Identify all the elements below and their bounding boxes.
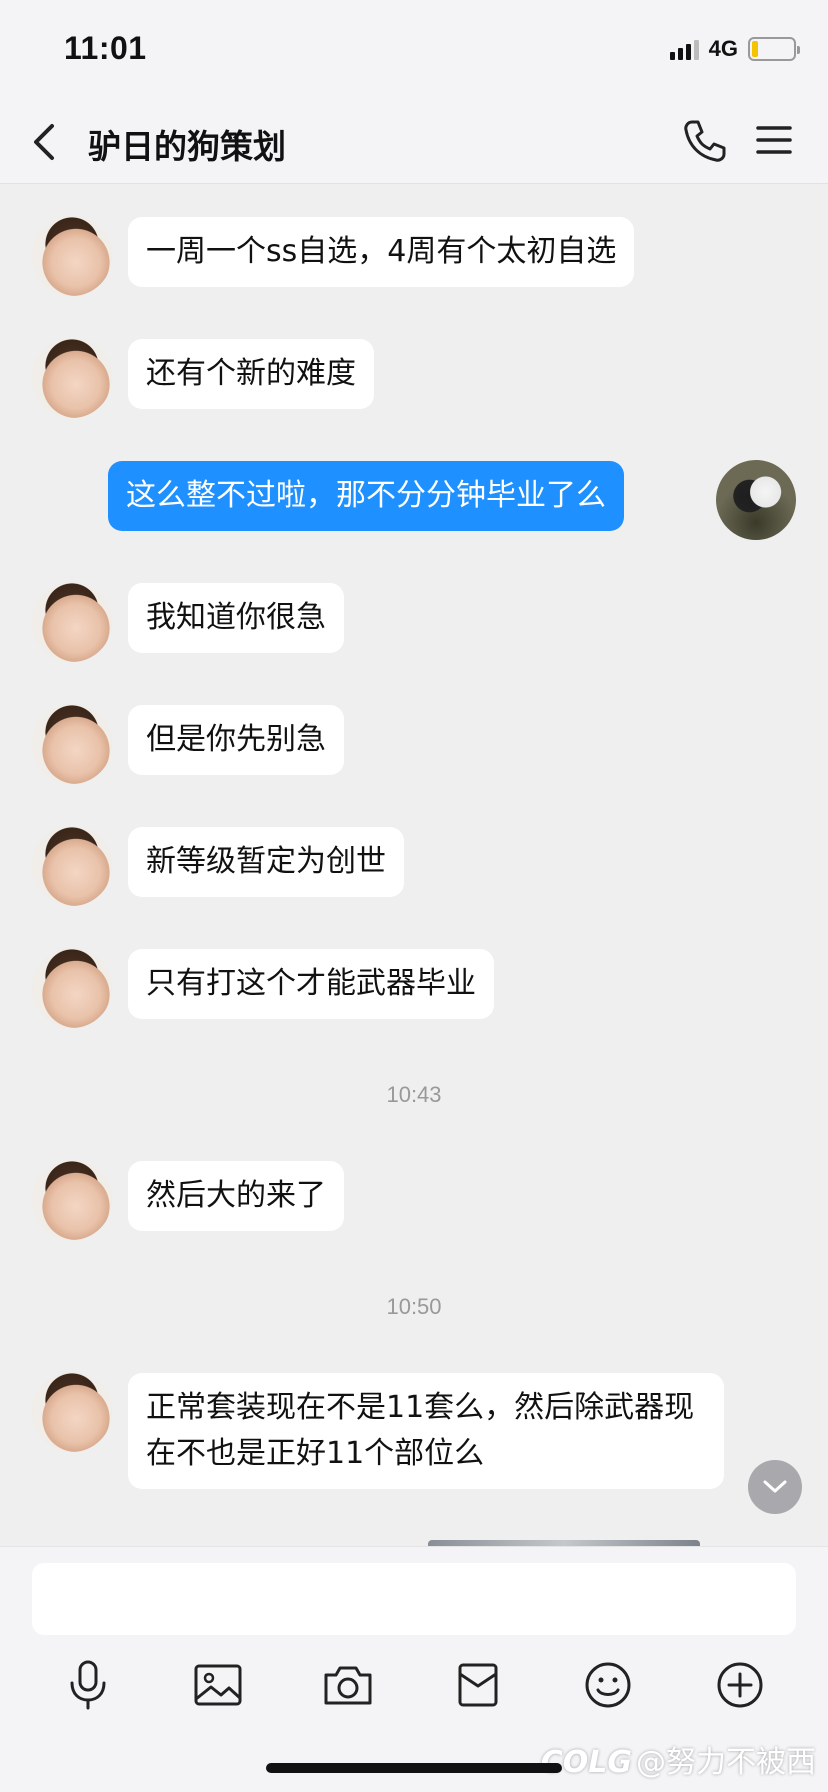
red-packet-button[interactable] — [450, 1657, 506, 1713]
contact-avatar[interactable] — [32, 826, 112, 906]
phone-icon — [684, 120, 726, 162]
emoji-icon — [585, 1662, 631, 1708]
network-label: 4G — [708, 36, 738, 61]
message-bubble[interactable]: 新等级暂定为创世 — [128, 827, 404, 897]
contact-avatar[interactable] — [32, 1372, 112, 1452]
contact-avatar[interactable] — [32, 704, 112, 784]
camera-icon — [324, 1666, 372, 1705]
message-bubble[interactable]: 我知道你很急 — [128, 583, 344, 653]
chat-title: 驴日的狗策划 — [88, 127, 286, 166]
microphone-icon — [70, 1660, 106, 1710]
status-bar: 11:01 4G — [0, 0, 828, 100]
message-input[interactable] — [32, 1563, 796, 1635]
back-button[interactable] — [26, 118, 66, 166]
scroll-to-bottom-button[interactable] — [748, 1460, 802, 1514]
voice-button[interactable] — [60, 1657, 116, 1713]
message-bubble[interactable]: 正常套装现在不是11套么，然后除武器现在不也是正好11个部位么 — [128, 1373, 724, 1489]
message-bubble-sent[interactable]: 这么整不过啦，那不分分钟毕业了么 — [108, 461, 624, 531]
watermark: COLG @努力不被西 — [541, 1737, 816, 1781]
message-bubble[interactable]: 只有打这个才能武器毕业 — [128, 949, 494, 1019]
menu-button[interactable] — [754, 120, 794, 160]
user-avatar[interactable] — [716, 460, 796, 540]
chevron-left-icon — [34, 124, 54, 160]
contact-avatar[interactable] — [32, 338, 112, 418]
composer: COLG @努力不被西 — [0, 1546, 828, 1792]
more-button[interactable] — [712, 1657, 768, 1713]
contact-avatar[interactable] — [32, 582, 112, 662]
message-bubble[interactable]: 然后大的来了 — [128, 1161, 344, 1231]
camera-button[interactable] — [320, 1657, 376, 1713]
signal-icon — [669, 38, 699, 60]
message-bubble[interactable]: 一周一个ss自选，4周有个太初自选 — [128, 217, 635, 287]
home-indicator[interactable] — [266, 1763, 562, 1773]
watermark-text: @努力不被西 — [636, 1745, 816, 1780]
contact-avatar[interactable] — [32, 216, 112, 296]
status-indicators: 4G — [669, 36, 800, 62]
image-button[interactable] — [190, 1657, 246, 1713]
image-icon — [194, 1664, 242, 1706]
emoji-button[interactable] — [580, 1657, 636, 1713]
timestamp: 10:50 — [386, 1294, 442, 1319]
battery-icon — [748, 37, 800, 61]
contact-avatar[interactable] — [32, 948, 112, 1028]
menu-icon — [756, 126, 792, 154]
call-button[interactable] — [682, 118, 728, 164]
chevron-down-icon — [763, 1480, 787, 1493]
timestamp: 10:43 — [386, 1082, 442, 1107]
message-list[interactable]: 一周一个ss自选，4周有个太初自选 还有个新的难度 这么整不过啦，那不分分钟毕业… — [0, 184, 828, 1544]
message-bubble[interactable]: 但是你先别急 — [128, 705, 344, 775]
status-time: 11:01 — [64, 30, 147, 66]
message-bubble[interactable]: 还有个新的难度 — [128, 339, 374, 409]
chat-header: 驴日的狗策划 — [0, 100, 828, 184]
contact-avatar[interactable] — [32, 1160, 112, 1240]
red-packet-icon — [458, 1663, 498, 1707]
plus-icon — [717, 1662, 763, 1708]
